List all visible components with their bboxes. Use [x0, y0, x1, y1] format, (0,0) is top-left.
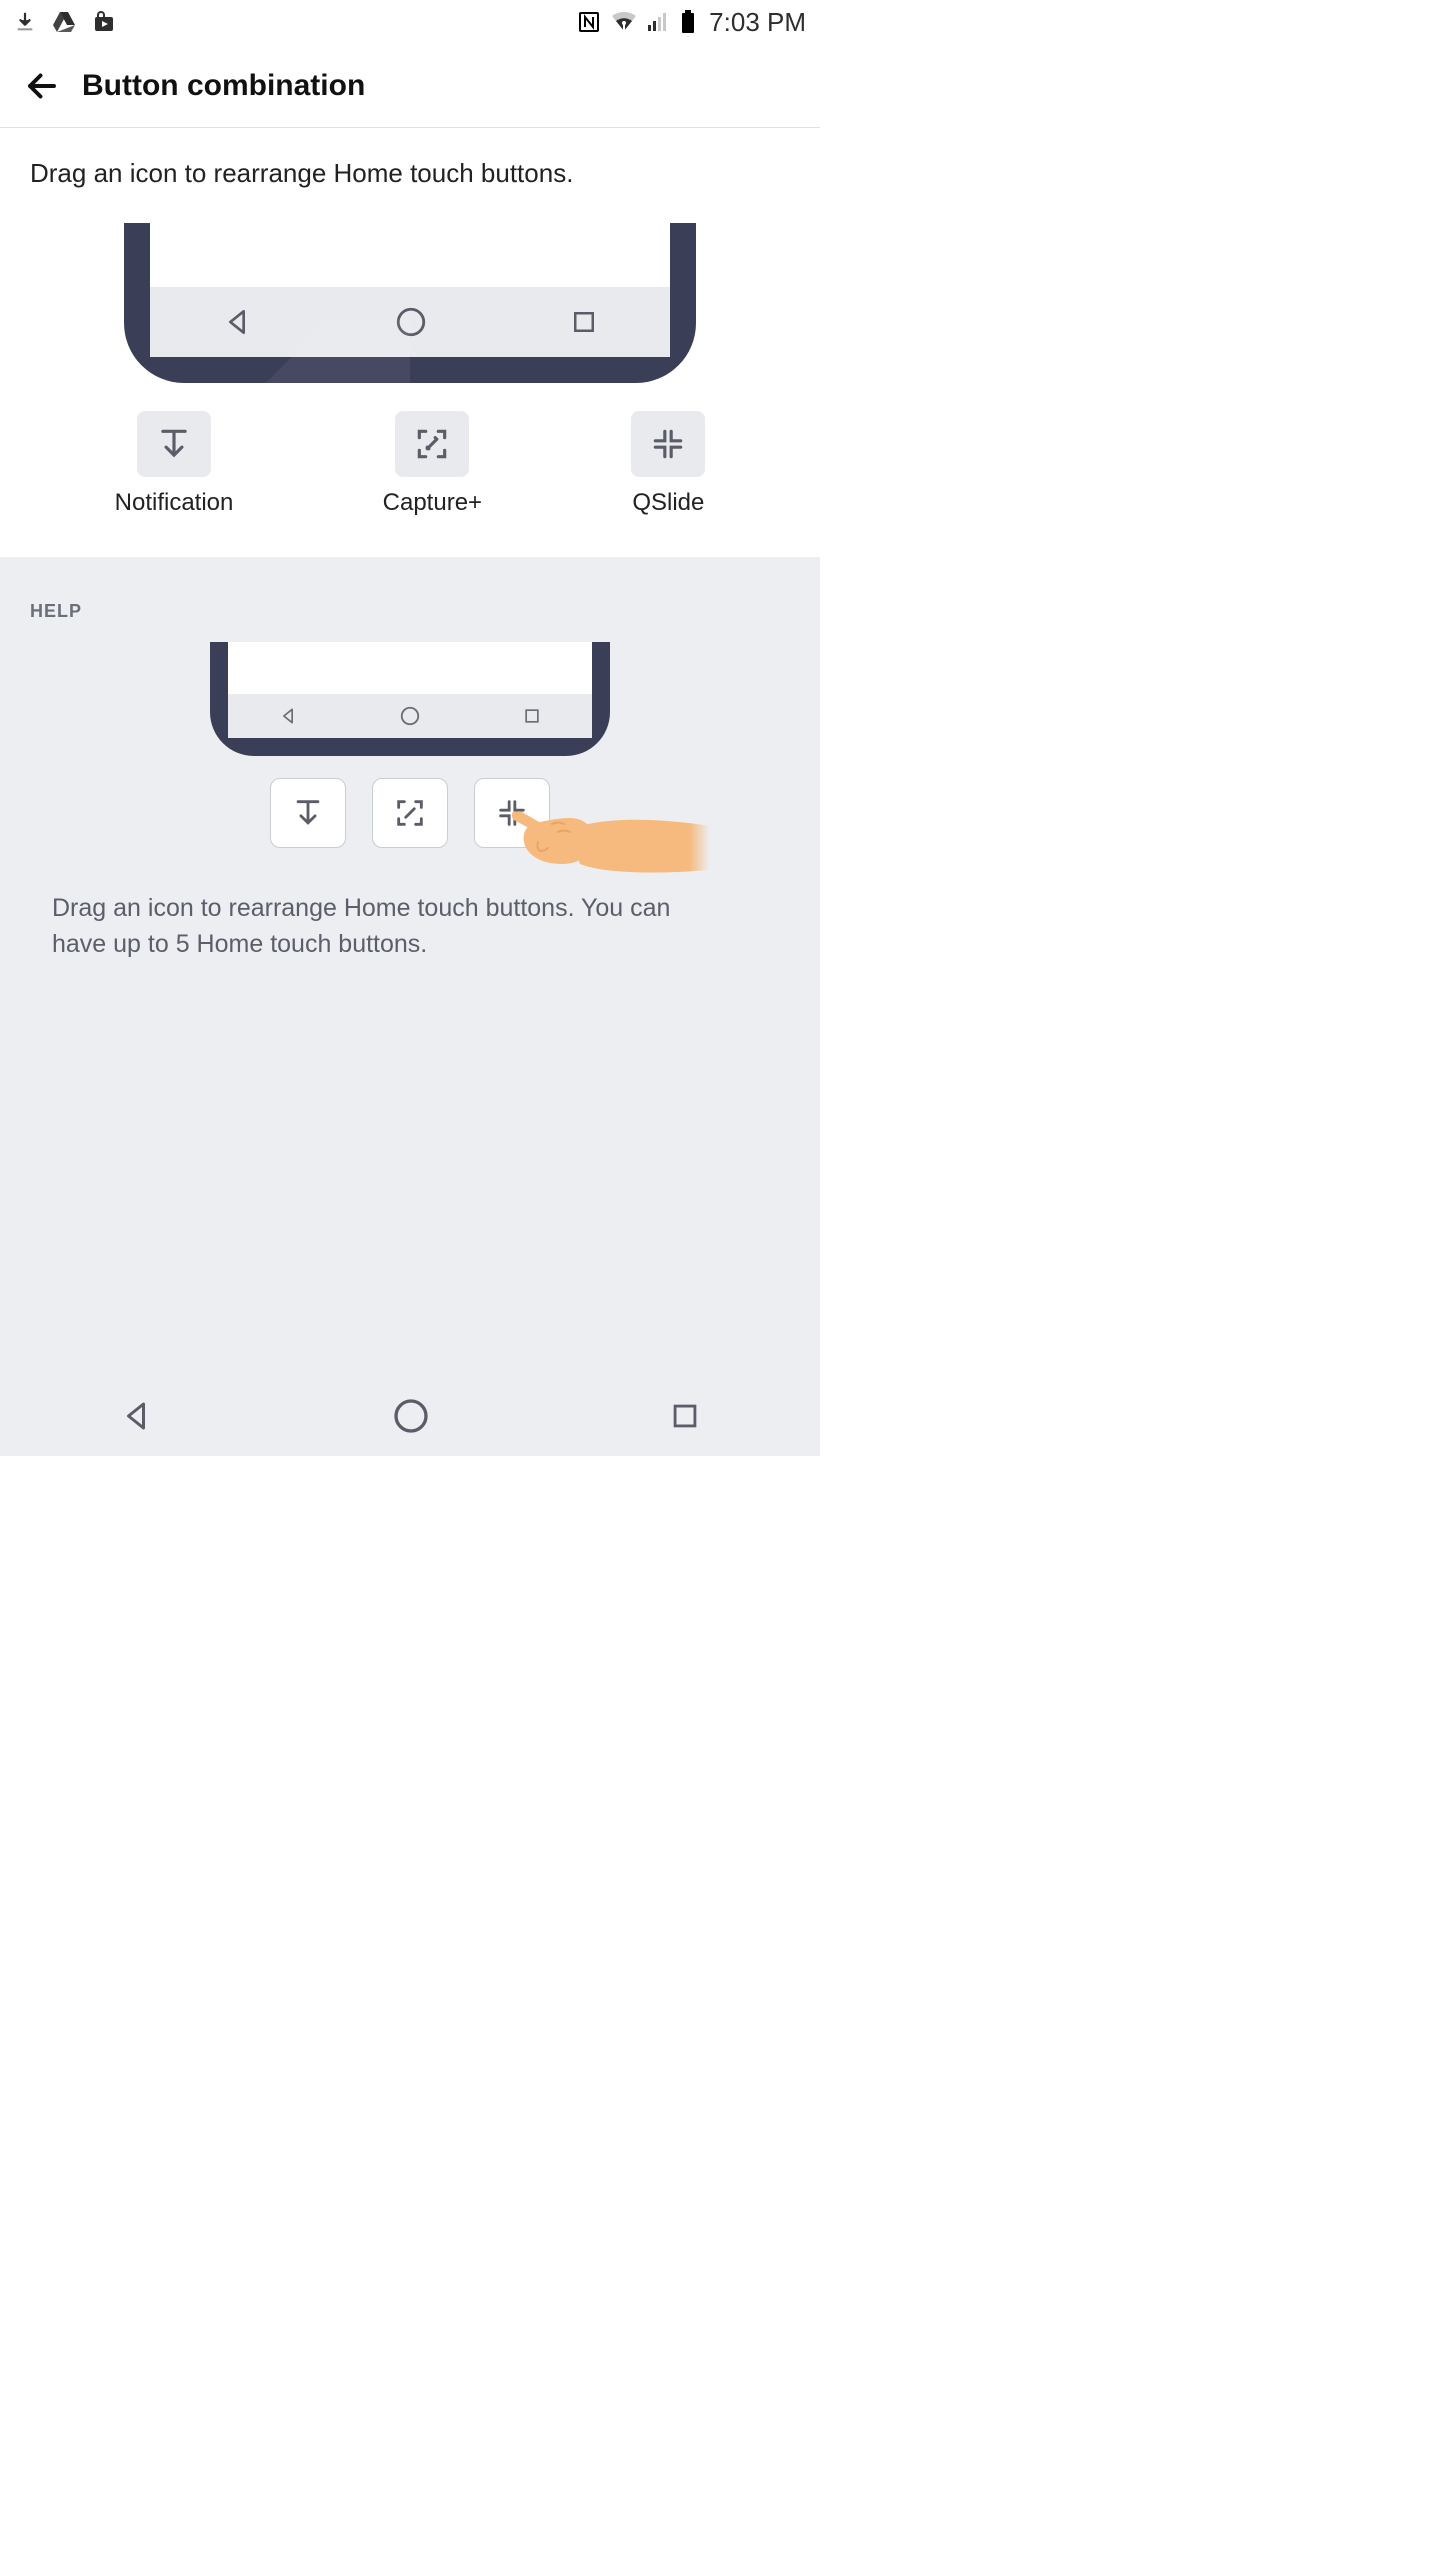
- sys-nav-home-icon[interactable]: [391, 1396, 431, 1436]
- navbar-preview[interactable]: [150, 287, 670, 357]
- drive-icon: [52, 11, 76, 33]
- download-icon: [14, 11, 36, 33]
- help-phone-preview: [210, 642, 610, 848]
- tile-notification[interactable]: [137, 411, 211, 477]
- tile-qslide-label: QSlide: [632, 489, 704, 517]
- help-tile-capture: [372, 778, 448, 848]
- tile-capture[interactable]: [395, 411, 469, 477]
- sys-nav-back-icon[interactable]: [118, 1398, 154, 1434]
- help-nav-recent-icon: [522, 706, 542, 726]
- help-nav-home-icon: [399, 705, 421, 727]
- signal-icon: [647, 11, 671, 33]
- editor-instruction: Drag an icon to rearrange Home touch but…: [30, 158, 790, 189]
- help-description: Drag an icon to rearrange Home touch but…: [30, 890, 750, 963]
- tile-capture-label: Capture+: [383, 489, 482, 517]
- battery-icon: [681, 10, 695, 34]
- play-store-icon: [92, 10, 116, 34]
- help-tile-notification: [270, 778, 346, 848]
- status-bar: 7:03 PM: [0, 0, 820, 44]
- help-tile-qslide: [474, 778, 550, 848]
- help-panel: HELP: [0, 557, 820, 1059]
- editor-panel: Drag an icon to rearrange Home touch but…: [0, 128, 820, 557]
- sys-nav-recent-icon[interactable]: [668, 1399, 702, 1433]
- back-button[interactable]: [22, 66, 62, 106]
- phone-preview: [124, 223, 696, 383]
- nav-home-icon[interactable]: [394, 305, 428, 339]
- status-clock: 7:03 PM: [709, 7, 806, 38]
- page-title: Button combination: [82, 69, 365, 103]
- nav-back-icon[interactable]: [221, 306, 253, 338]
- help-header: HELP: [30, 601, 790, 622]
- tile-notification-label: Notification: [115, 489, 234, 517]
- system-nav-bar: [0, 1376, 820, 1456]
- tile-qslide[interactable]: [631, 411, 705, 477]
- app-bar: Button combination: [0, 44, 820, 128]
- nav-recent-icon[interactable]: [569, 307, 599, 337]
- wifi-icon: [611, 11, 637, 33]
- nfc-icon: [577, 10, 601, 34]
- help-nav-back-icon: [278, 706, 298, 726]
